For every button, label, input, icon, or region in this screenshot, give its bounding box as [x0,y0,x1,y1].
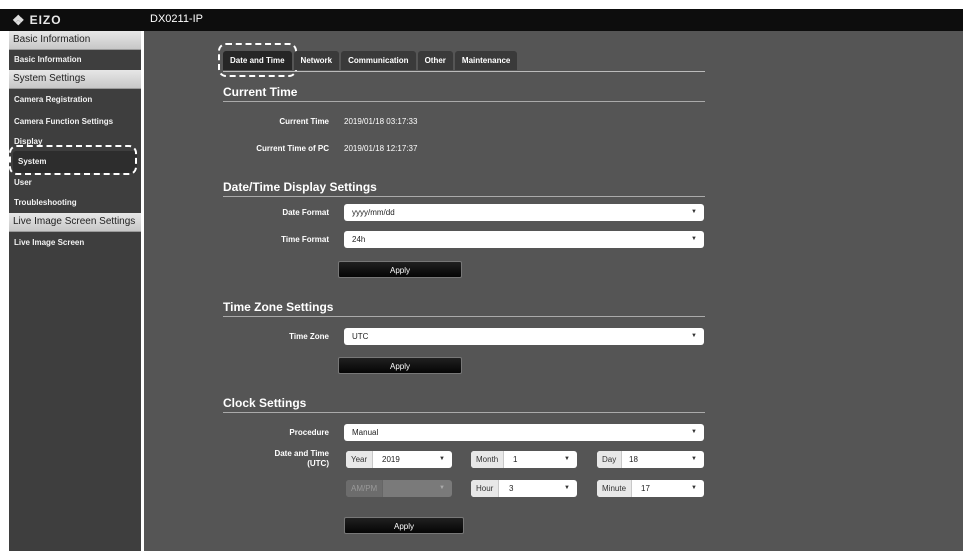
sidebar-item-live-image-screen[interactable]: Live Image Screen [9,232,141,254]
sidebar-item-camera-registration[interactable]: Camera Registration [9,89,141,111]
sidebar-group-basic-information[interactable]: Basic Information [9,31,141,50]
caret-down-icon: ▼ [691,429,697,435]
tab-bar: Date and Time Network Communication Othe… [218,43,519,77]
day-value: 18 [629,455,638,464]
caret-down-icon: ▼ [439,456,445,462]
device-name: DX0211-IP [150,13,203,25]
ampm-select: AM/PM ▼ [346,480,452,497]
caret-down-icon: ▼ [691,333,697,339]
sidebar: Basic Information Basic Information Syst… [9,31,141,551]
current-time-label: Current Time [279,117,329,126]
minute-value: 17 [641,484,650,493]
time-format-value: 24h [352,235,366,244]
year-select[interactable]: Year 2019 ▼ [346,451,452,468]
date-and-time-utc-label: (UTC) [307,459,329,468]
hour-label: Hour [471,480,500,497]
date-format-value: yyyy/mm/dd [352,208,395,217]
sidebar-item-camera-function-settings[interactable]: Camera Function Settings [9,111,141,133]
eizo-diamond-icon: ❖ [12,11,26,28]
sidebar-item-user[interactable]: User [9,173,141,193]
caret-down-icon: ▼ [691,209,697,215]
date-and-time-label: Date and Time [274,449,329,458]
top-bar: ❖ EIZO DX0211-IP [0,9,963,31]
tab-network[interactable]: Network [293,51,340,70]
section-divider [223,316,705,317]
date-format-select[interactable]: yyyy/mm/dd ▼ [344,204,704,221]
tab-communication[interactable]: Communication [341,51,416,70]
main-content: Date and Time Network Communication Othe… [144,31,963,551]
eizo-logo: ❖ EIZO [12,11,62,28]
sidebar-item-troubleshooting[interactable]: Troubleshooting [9,193,141,213]
month-label: Month [471,451,505,468]
minute-select[interactable]: Minute 17 ▼ [597,480,704,497]
ampm-label: AM/PM [346,480,384,497]
caret-down-icon: ▼ [691,456,697,462]
clock-settings-apply-button[interactable]: Apply [344,517,464,534]
display-settings-apply-button[interactable]: Apply [338,261,462,278]
time-format-select[interactable]: 24h ▼ [344,231,704,248]
caret-down-icon: ▼ [564,456,570,462]
day-label: Day [597,451,623,468]
section-divider [223,101,705,102]
procedure-value: Manual [352,428,379,437]
hour-value: 3 [509,484,514,493]
pc-time-label: Current Time of PC [256,144,329,153]
time-format-label: Time Format [281,235,329,244]
sidebar-item-basic-information[interactable]: Basic Information [9,50,141,70]
section-title-clock-settings: Clock Settings [223,396,307,410]
year-value: 2019 [382,455,400,464]
sidebar-item-system[interactable]: System [9,145,137,175]
tab-divider [223,71,705,72]
section-divider [223,196,705,197]
minute-label: Minute [597,480,633,497]
day-select[interactable]: Day 18 ▼ [597,451,704,468]
time-zone-apply-button[interactable]: Apply [338,357,462,374]
section-title-time-zone: Time Zone Settings [223,300,334,314]
month-value: 1 [513,455,518,464]
year-label: Year [346,451,374,468]
caret-down-icon: ▼ [564,485,570,491]
caret-down-icon: ▼ [439,485,445,491]
procedure-label: Procedure [289,428,329,437]
section-divider [223,412,705,413]
time-zone-value: UTC [352,332,369,341]
section-title-display-settings: Date/Time Display Settings [223,180,377,194]
pc-time-value: 2019/01/18 12:17:37 [344,144,418,153]
tab-date-and-time[interactable]: Date and Time [218,43,297,77]
sidebar-group-live-image-screen-settings[interactable]: Live Image Screen Settings [9,213,141,232]
sidebar-group-system-settings[interactable]: System Settings [9,70,141,89]
month-select[interactable]: Month 1 ▼ [471,451,577,468]
tab-other[interactable]: Other [417,51,453,70]
date-format-label: Date Format [282,208,329,217]
caret-down-icon: ▼ [691,236,697,242]
highlight-outline [9,145,137,175]
tab-maintenance[interactable]: Maintenance [454,51,518,70]
section-title-current-time: Current Time [223,85,298,99]
time-zone-select[interactable]: UTC ▼ [344,328,704,345]
caret-down-icon: ▼ [691,485,697,491]
current-time-value: 2019/01/18 03:17:33 [344,117,418,126]
time-zone-label: Time Zone [289,332,329,341]
hour-select[interactable]: Hour 3 ▼ [471,480,577,497]
procedure-select[interactable]: Manual ▼ [344,424,704,441]
